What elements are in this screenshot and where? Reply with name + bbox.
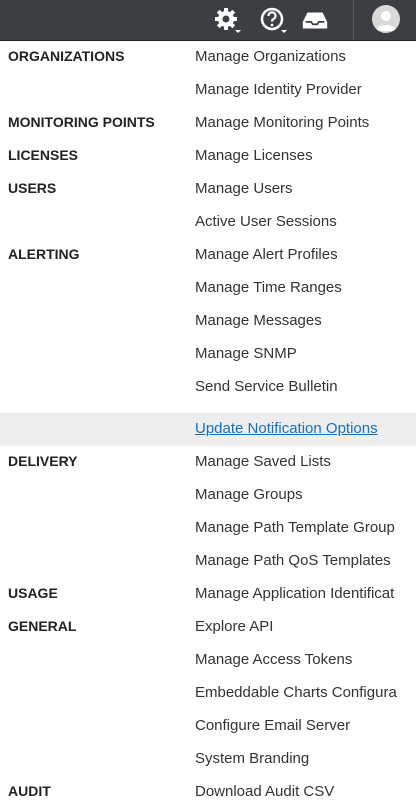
menu-row-licenses: LICENSES Manage Licenses — [0, 140, 416, 173]
menu-item-manage-path-template-group[interactable]: Manage Path Template Group — [195, 519, 395, 536]
menu-item-manage-users[interactable]: Manage Users — [195, 180, 293, 197]
menu-item-manage-messages[interactable]: Manage Messages — [195, 312, 322, 329]
menu-item-manage-saved-lists[interactable]: Manage Saved Lists — [195, 453, 331, 470]
menu-item-active-user-sessions[interactable]: Active User Sessions — [195, 213, 337, 230]
menu-row: Manage Groups — [0, 479, 416, 512]
category-label: LICENSES — [8, 147, 79, 163]
menu-item-configure-email-server[interactable]: Configure Email Server — [195, 717, 350, 734]
category-label: USAGE — [8, 585, 58, 601]
menu-item-manage-alert-profiles[interactable]: Manage Alert Profiles — [195, 246, 338, 263]
menu-row-usage: USAGE Manage Application Identificat — [0, 578, 416, 611]
category-label: USERS — [8, 180, 57, 196]
menu-row: Configure Email Server — [0, 710, 416, 743]
menu-row: System Branding — [0, 743, 416, 776]
category-label: AUDIT — [8, 783, 51, 799]
menu-item-update-notification-options[interactable]: Update Notification Options — [195, 420, 378, 437]
menu-row: Manage Identity Provider — [0, 74, 416, 107]
menu-row: Manage Path Template Group — [0, 512, 416, 545]
menu-row: Manage Access Tokens — [0, 644, 416, 677]
menu-row-general: GENERAL Explore API — [0, 611, 416, 644]
menu-item-manage-time-ranges[interactable]: Manage Time Ranges — [195, 279, 342, 296]
menu-row-alerting: ALERTING Manage Alert Profiles — [0, 239, 416, 272]
category-label: ORGANIZATIONS — [8, 48, 125, 64]
menu-row: Active User Sessions — [0, 206, 416, 239]
menu-item-manage-path-qos-templates[interactable]: Manage Path QoS Templates — [195, 552, 391, 569]
menu-row: Manage Path QoS Templates — [0, 545, 416, 578]
menu-row: Send Service Bulletin — [0, 371, 416, 404]
menu-item-system-branding[interactable]: System Branding — [195, 750, 309, 767]
category-label: MONITORING POINTS — [8, 114, 155, 130]
category-label: ALERTING — [8, 246, 80, 262]
category-label: GENERAL — [8, 618, 77, 634]
menu-row-audit: AUDIT Download Audit CSV — [0, 776, 416, 809]
menu-row: Manage Time Ranges — [0, 272, 416, 305]
menu-row-organizations: ORGANIZATIONS Manage Organizations — [0, 41, 416, 74]
menu-item-manage-identity-provider[interactable]: Manage Identity Provider — [195, 81, 362, 98]
menu-row-monitoring-points: MONITORING POINTS Manage Monitoring Poin… — [0, 107, 416, 140]
category-label: DELIVERY — [8, 453, 78, 469]
inbox-icon[interactable] — [300, 6, 330, 34]
menu-row-highlighted: Update Notification Options — [0, 413, 416, 446]
menu-row: Embeddable Charts Configura — [0, 677, 416, 710]
menu-item-explore-api[interactable]: Explore API — [195, 618, 273, 635]
topbar-divider — [353, 0, 354, 40]
gear-icon[interactable] — [212, 6, 242, 34]
menu-item-manage-organizations[interactable]: Manage Organizations — [195, 48, 346, 65]
menu-row-users: USERS Manage Users — [0, 173, 416, 206]
menu-item-embeddable-charts-configuration[interactable]: Embeddable Charts Configura — [195, 684, 397, 701]
menu-item-manage-groups[interactable]: Manage Groups — [195, 486, 303, 503]
help-icon[interactable] — [258, 6, 288, 34]
menu-row-delivery: DELIVERY Manage Saved Lists — [0, 446, 416, 479]
menu-item-manage-licenses[interactable]: Manage Licenses — [195, 147, 313, 164]
menu-item-manage-application-identification[interactable]: Manage Application Identificat — [195, 585, 394, 602]
user-avatar-icon[interactable] — [372, 5, 400, 33]
menu-item-download-audit-csv[interactable]: Download Audit CSV — [195, 783, 334, 800]
top-navigation-bar — [0, 0, 416, 41]
menu-row: Manage SNMP — [0, 338, 416, 371]
menu-item-manage-monitoring-points[interactable]: Manage Monitoring Points — [195, 114, 369, 131]
menu-row: Manage Messages — [0, 305, 416, 338]
menu-item-send-service-bulletin[interactable]: Send Service Bulletin — [195, 378, 338, 395]
menu-item-manage-access-tokens[interactable]: Manage Access Tokens — [195, 651, 352, 668]
menu-item-manage-snmp[interactable]: Manage SNMP — [195, 345, 297, 362]
